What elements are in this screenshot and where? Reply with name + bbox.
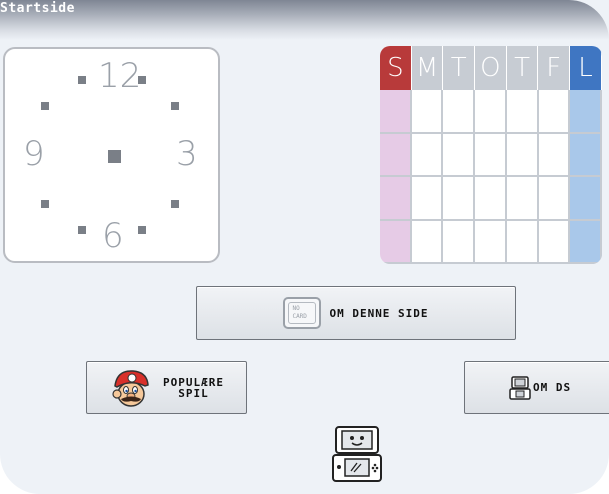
analog-clock: 12 3 6 9 xyxy=(3,47,220,263)
clock-number-3: 3 xyxy=(176,134,198,174)
day-header-sunday: S xyxy=(380,46,412,90)
page-title: Startside xyxy=(0,1,75,16)
clock-marker xyxy=(138,76,146,84)
no-card-icon: NO CARD xyxy=(283,297,322,329)
mario-icon xyxy=(112,369,149,407)
calendar-cell xyxy=(570,133,602,177)
clock-marker xyxy=(171,102,179,110)
calendar-cell xyxy=(380,90,412,134)
calendar-cell xyxy=(411,220,444,264)
day-header-thursday: T xyxy=(506,46,539,90)
clock-center xyxy=(108,150,121,163)
popular-games-label-line2: SPIL xyxy=(178,386,209,400)
calendar-cell xyxy=(380,133,412,177)
calendar-cell xyxy=(411,90,444,134)
about-ds-button[interactable]: OM DS xyxy=(464,361,609,414)
about-page-label: OM DENNE SIDE xyxy=(329,306,429,320)
clock-number-12: 12 xyxy=(98,56,142,96)
calendar-cell xyxy=(475,177,507,221)
day-header-monday: M xyxy=(411,46,444,90)
clock-marker xyxy=(41,200,49,208)
clock-marker xyxy=(171,200,179,208)
calendar-cell xyxy=(443,177,476,221)
nintendo-ds-icon xyxy=(509,375,531,400)
clock-marker xyxy=(78,226,86,234)
calendar-grid xyxy=(380,90,602,264)
popular-games-button[interactable]: POPULÆRE SPIL xyxy=(86,361,247,414)
calendar-cell xyxy=(538,90,571,134)
clock-marker xyxy=(138,226,146,234)
calendar-cell xyxy=(475,133,507,177)
calendar-cell xyxy=(506,220,539,264)
calendar: S M T O T F L xyxy=(380,46,602,264)
calendar-cell xyxy=(411,133,444,177)
calendar-cell xyxy=(506,90,539,134)
calendar-cell xyxy=(570,90,602,134)
about-page-button[interactable]: NO CARD OM DENNE SIDE xyxy=(196,286,516,340)
clock-marker xyxy=(41,102,49,110)
day-header-friday: F xyxy=(538,46,571,90)
about-ds-label: OM DS xyxy=(533,381,572,394)
nintendo-ds-icon[interactable] xyxy=(330,425,384,483)
calendar-cell xyxy=(570,220,602,264)
calendar-cell xyxy=(570,177,602,221)
calendar-cell xyxy=(506,133,539,177)
calendar-cell xyxy=(443,220,476,264)
clock-number-9: 9 xyxy=(23,134,45,174)
day-header-wednesday: O xyxy=(475,46,507,90)
calendar-cell xyxy=(475,90,507,134)
ds-home-screen: Startside 12 3 6 9 S M T O T F L NO CARD… xyxy=(0,0,609,494)
day-header-tuesday: T xyxy=(443,46,476,90)
popular-games-label-line1: POPULÆRE xyxy=(163,375,224,389)
calendar-cell xyxy=(443,90,476,134)
calendar-header: S M T O T F L xyxy=(380,46,602,90)
calendar-cell xyxy=(411,177,444,221)
title-bar: Startside xyxy=(0,0,609,40)
calendar-cell xyxy=(443,133,476,177)
calendar-cell xyxy=(538,133,571,177)
calendar-cell xyxy=(380,220,412,264)
clock-number-6: 6 xyxy=(102,216,124,256)
calendar-cell xyxy=(538,177,571,221)
clock-marker xyxy=(78,76,86,84)
calendar-cell xyxy=(506,177,539,221)
calendar-cell xyxy=(380,177,412,221)
calendar-cell xyxy=(475,220,507,264)
day-header-saturday: L xyxy=(570,46,602,90)
calendar-cell xyxy=(538,220,571,264)
